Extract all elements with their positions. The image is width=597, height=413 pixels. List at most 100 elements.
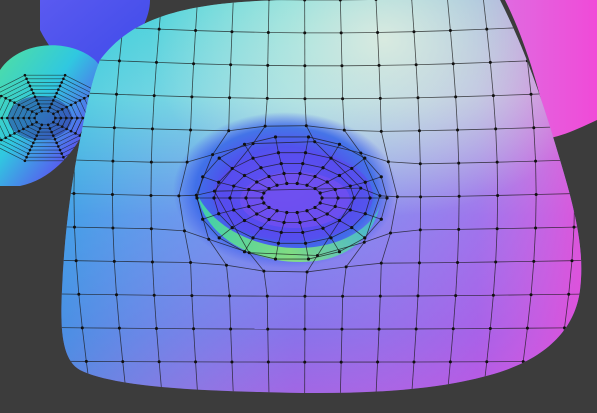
mesh-vertex (55, 141, 58, 145)
mesh-vertex (117, 326, 121, 330)
mesh-vertex (305, 183, 309, 187)
mesh-vertex (273, 257, 278, 261)
mesh-vertex (247, 204, 251, 209)
mesh-vertex (192, 327, 196, 331)
mesh-vertex (35, 99, 39, 102)
mesh-vertex (303, 151, 308, 155)
mesh-vertex (362, 240, 366, 244)
mesh-vertex (491, 94, 495, 98)
mesh-vertex (378, 96, 382, 100)
mesh-vertex (377, 63, 381, 67)
mesh-vertex (303, 360, 307, 364)
mesh-vertex (418, 162, 422, 166)
mesh-vertex (33, 116, 36, 120)
mesh-vertex (488, 60, 492, 64)
mesh-vertex (111, 159, 115, 163)
mesh-vertex (13, 101, 16, 104)
mesh-vertex (295, 210, 299, 215)
mesh-vertex (395, 195, 399, 199)
mesh-vertex (255, 212, 259, 216)
mesh-vertex (359, 186, 363, 190)
mesh-vertex (62, 77, 65, 81)
mesh-vertex (379, 261, 383, 265)
mesh-vertex (414, 63, 418, 67)
mesh-vertex (251, 236, 255, 240)
mesh-vertex (376, 360, 380, 364)
mesh-vertex (37, 130, 40, 134)
mesh-vertex (267, 205, 271, 210)
mesh-vertex (65, 116, 68, 120)
mesh-vertex (255, 180, 259, 184)
mesh-vertex (363, 212, 367, 216)
mesh-vertex (50, 130, 53, 134)
mesh-vertex (265, 96, 269, 100)
mesh-vertex (30, 145, 33, 148)
mesh-vertex (303, 31, 307, 35)
mesh-vertex (457, 161, 461, 165)
mesh-vertex (74, 101, 77, 104)
mesh-vertex (303, 241, 308, 245)
mesh-vertex (417, 261, 421, 265)
mesh-vertex (348, 208, 352, 212)
mesh-vertex (262, 201, 266, 205)
mesh-vertex (348, 184, 352, 188)
mesh-vertex (22, 127, 25, 131)
mesh-vertex (59, 116, 63, 120)
mesh-vertex (110, 193, 114, 197)
mesh-vertex (267, 174, 271, 179)
mesh-vertex (54, 116, 57, 120)
mesh-vertex (0, 138, 3, 142)
mesh-vertex (150, 127, 154, 131)
mesh-vertex (273, 135, 278, 139)
mesh-vertex (295, 181, 299, 186)
mesh-vertex (494, 127, 498, 131)
mesh-vertex (313, 205, 317, 210)
mesh-render[interactable] (0, 0, 597, 413)
mesh-vertex (40, 109, 44, 113)
mesh-vertex (529, 92, 533, 96)
mesh-vertex (4, 136, 7, 140)
mesh-vertex (304, 124, 308, 128)
mesh-vertex (494, 260, 498, 264)
mesh-vertex (74, 259, 78, 263)
mesh-vertex (262, 191, 266, 195)
mesh-vertex (340, 64, 344, 68)
mesh-vertex (195, 196, 199, 200)
mesh-vertex (22, 116, 25, 120)
3d-viewport[interactable] (0, 0, 597, 413)
mesh-vertex (267, 186, 271, 191)
mesh-vertex (51, 99, 55, 102)
mesh-vertex (525, 326, 529, 330)
mesh-vertex (112, 259, 116, 263)
mesh-vertex (0, 116, 4, 120)
mesh-vertex (333, 204, 337, 209)
mesh-vertex (305, 209, 309, 213)
mesh-vertex (149, 227, 153, 231)
mesh-vertex (242, 218, 247, 223)
mesh-vertex (337, 142, 342, 146)
mesh-vertex (75, 116, 79, 120)
mesh-vertex (190, 294, 194, 298)
mesh-vertex (532, 259, 536, 263)
mesh-vertex (303, 97, 307, 101)
mesh-vertex (53, 137, 57, 141)
mesh-vertex (224, 263, 228, 267)
mesh-vertex (454, 95, 458, 99)
mesh-vertex (456, 128, 460, 132)
mesh-vertex (451, 62, 455, 66)
mesh-vertex (337, 173, 342, 178)
mesh-vertex (185, 160, 189, 164)
mesh-vertex (242, 173, 247, 178)
mesh-vertex (412, 30, 416, 34)
mesh-vertex (451, 327, 455, 331)
mesh-vertex (259, 226, 263, 230)
mesh-vertex (217, 236, 221, 240)
mesh-vertex (496, 193, 500, 197)
mesh-vertex (60, 152, 64, 155)
mesh-vertex (448, 360, 452, 364)
mesh-vertex (207, 237, 211, 241)
mesh-vertex (211, 153, 215, 157)
mesh-vertex (189, 260, 193, 264)
mesh-vertex (25, 77, 28, 81)
mesh-vertex (77, 292, 81, 296)
